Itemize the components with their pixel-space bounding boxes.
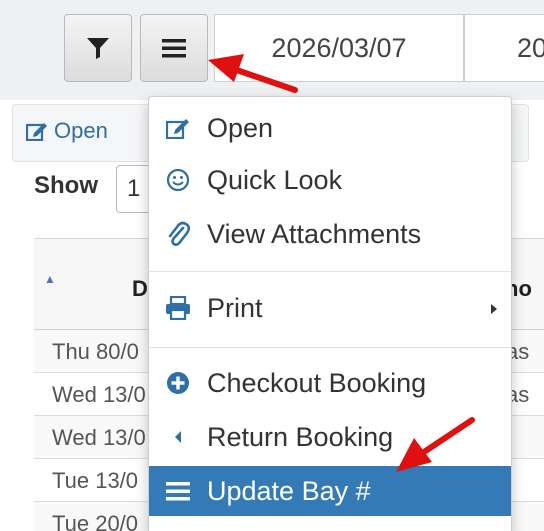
row-date: Wed 13/0 [52,425,146,450]
printer-icon [163,293,193,323]
menu-item-quick-look[interactable]: Quick Look [149,155,511,205]
edit-icon [26,123,47,141]
filter-icon [87,38,109,59]
menu-item-open[interactable]: Open [149,103,511,153]
sort-asc-icon[interactable]: ▲ [44,272,56,286]
open-link[interactable]: Open [26,118,108,144]
hamburger-icon [162,39,186,58]
row-date: Tue 13/0 [52,468,139,493]
submenu-caret-icon [491,304,497,314]
menu-item-label: Return Booking [207,421,394,452]
edit-icon [163,113,193,143]
menu-item-label: Update Bay # [207,475,371,506]
show-label: Show [34,172,98,199]
open-link-label: Open [54,118,108,143]
row-date: Tue 20/0 [52,511,139,531]
page-size-value: 1 [127,175,141,202]
menu-item-label: View Attachments [207,218,422,249]
date-from-field[interactable]: 2026/03/07 [214,14,464,82]
plus-circle-icon [163,368,193,398]
menu-button[interactable] [140,14,208,82]
menu-divider [149,347,511,348]
actions-dropdown-menu: Open Quick Look View Attachments Print C… [148,96,512,531]
filter-button[interactable] [64,14,132,82]
menu-item-label: Open [207,112,274,143]
menu-item-label: Checkout Booking [207,367,427,398]
menu-divider [149,271,511,272]
bars-icon [163,476,193,506]
menu-item-update-bay[interactable]: Update Bay # [149,466,511,516]
caret-left-icon [163,422,193,452]
menu-item-label: Quick Look [207,164,343,195]
column-header-date[interactable]: D [132,276,148,302]
menu-item-checkout-booking[interactable]: Checkout Booking [149,358,511,408]
date-from-value: 2026/03/07 [271,32,407,63]
row-date: Thu 80/0 [52,339,139,364]
menu-item-view-attachments[interactable]: View Attachments [149,209,511,259]
app-frame: 2026/03/07 20 Open Show 1 ▲ D ho Thu 80/… [0,0,544,531]
row-date: Wed 13/0 [52,382,146,407]
paperclip-icon [163,219,193,249]
date-to-field[interactable]: 20 [464,14,544,82]
menu-item-return-booking[interactable]: Return Booking [149,412,511,462]
menu-item-label: Print [207,292,263,323]
date-to-value: 20 [517,32,544,63]
menu-item-print[interactable]: Print [149,283,511,333]
smile-icon [163,165,193,195]
